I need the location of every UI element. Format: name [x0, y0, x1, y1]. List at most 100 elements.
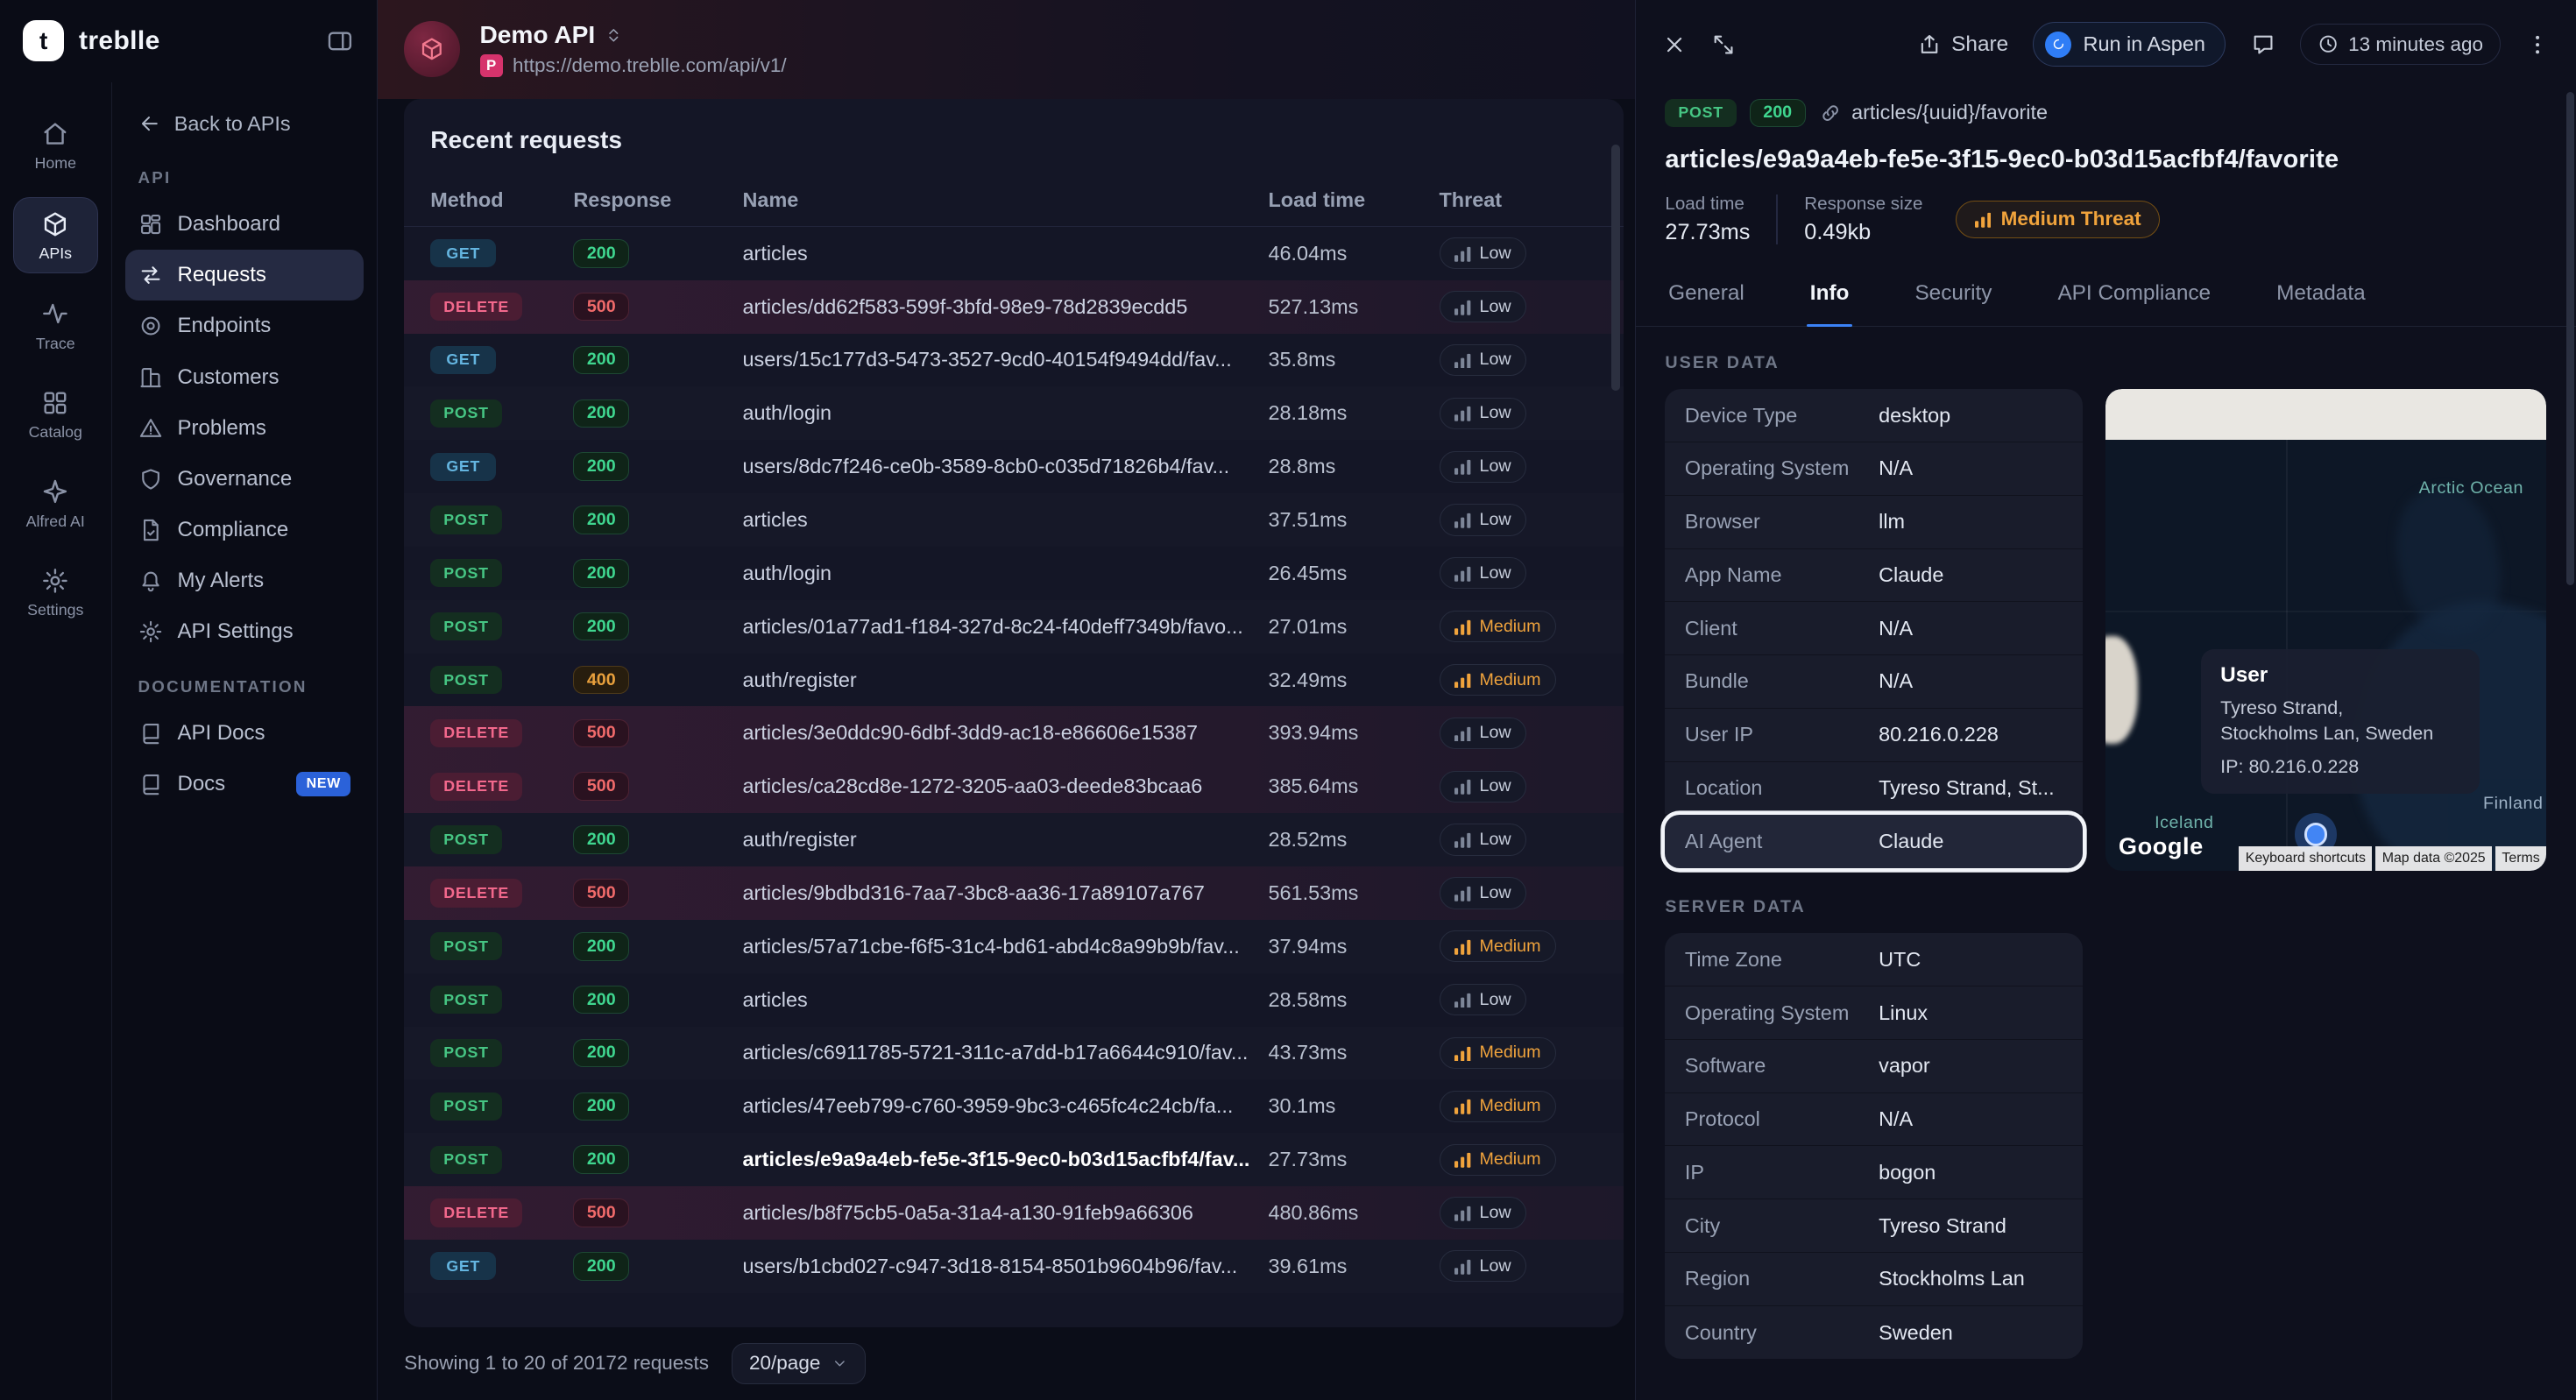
request-row[interactable]: GET200users/15c177d3-5473-3527-9cd0-4015…: [404, 334, 1623, 387]
rail-item-home[interactable]: Home: [13, 109, 99, 183]
request-row[interactable]: DELETE500articles/ca28cd8e-1272-3205-aa0…: [404, 760, 1623, 813]
kv-value: Tyreso Strand, St...: [1879, 776, 2054, 800]
tab-info[interactable]: Info: [1807, 265, 1852, 325]
sidebar-item-requests[interactable]: Requests: [125, 250, 364, 301]
share-button[interactable]: Share: [1917, 32, 2008, 57]
threat-bars-icon: [1454, 619, 1471, 635]
file-check-icon: [138, 518, 163, 542]
request-row[interactable]: GET200articles46.04msLow: [404, 227, 1623, 280]
table-scrollbar[interactable]: [1611, 145, 1619, 391]
load-time: 37.51ms: [1269, 508, 1440, 532]
method-badge: GET: [430, 453, 496, 481]
kv-key: Bundle: [1685, 669, 1879, 693]
map-ice-region: [2105, 389, 2546, 440]
request-name: articles/dd62f583-599f-3bfd-98e9-78d2839…: [743, 295, 1269, 319]
request-row[interactable]: POST200articles37.51msLow: [404, 493, 1623, 547]
status-badge: 200: [573, 1092, 629, 1121]
comment-button[interactable]: [2251, 32, 2275, 57]
keyboard-shortcuts-link[interactable]: Keyboard shortcuts: [2239, 846, 2372, 870]
request-row[interactable]: POST200articles/01a77ad1-f184-327d-8c24-…: [404, 600, 1623, 654]
run-in-aspen-button[interactable]: Run in Aspen: [2033, 22, 2226, 67]
request-name: auth/login: [743, 562, 1269, 585]
kv-row-ai-agent: AI AgentClaude: [1665, 815, 2082, 868]
rail-item-alfred-ai[interactable]: Alfred AI: [13, 466, 99, 541]
status-badge: 500: [573, 293, 629, 322]
page-scrollbar[interactable]: [2566, 92, 2574, 585]
pulse-icon: [41, 300, 69, 328]
kv-key: Country: [1685, 1321, 1879, 1345]
threat-badge: Low: [1440, 344, 1527, 376]
page-size-select[interactable]: 20/page: [732, 1343, 866, 1384]
sidebar-toggle-icon[interactable]: [326, 27, 354, 55]
sidebar-item-endpoints[interactable]: Endpoints: [125, 301, 364, 351]
request-row[interactable]: POST200articles/c6911785-5721-311c-a7dd-…: [404, 1027, 1623, 1080]
col-name: Name: [743, 188, 1269, 212]
request-stats: Load time 27.73ms Response size 0.49kb M…: [1665, 194, 2546, 245]
threat-bars-icon: [1454, 938, 1471, 955]
kv-key: App Name: [1685, 563, 1879, 587]
tab-api-compliance[interactable]: API Compliance: [2055, 265, 2214, 325]
rail-item-settings[interactable]: Settings: [13, 555, 99, 630]
sidebar-item-docs[interactable]: Docs NEW: [125, 759, 364, 810]
sidebar-item-governance[interactable]: Governance: [125, 454, 364, 505]
location-map[interactable]: Arctic Ocean Iceland Finland User Tyreso…: [2105, 389, 2546, 870]
recent-requests-title: Recent requests: [404, 99, 1623, 174]
kv-key: City: [1685, 1214, 1879, 1238]
threat-bars-icon: [1454, 245, 1471, 262]
kv-row-ip: IPbogon: [1665, 1146, 2082, 1199]
api-head-text: Demo API P https://demo.treblle.com/api/…: [480, 21, 787, 77]
request-row[interactable]: POST200articles28.58msLow: [404, 973, 1623, 1027]
timestamp-pill[interactable]: 13 minutes ago: [2300, 24, 2501, 65]
request-row[interactable]: POST200auth/login28.18msLow: [404, 386, 1623, 440]
gear-icon: [41, 567, 69, 595]
more-options-button[interactable]: [2525, 32, 2550, 57]
request-row[interactable]: DELETE500articles/b8f75cb5-0a5a-31a4-a13…: [404, 1186, 1623, 1240]
threat-bars-icon: [1454, 458, 1471, 475]
sidebar-item-compliance[interactable]: Compliance: [125, 505, 364, 555]
rail-item-catalog[interactable]: Catalog: [13, 378, 99, 452]
table-footer: Showing 1 to 20 of 20172 requests 20/pag…: [378, 1327, 1634, 1400]
sidebar-item-customers[interactable]: Customers: [125, 352, 364, 403]
google-logo: Google: [2119, 832, 2204, 860]
chevron-down-icon: [832, 1355, 848, 1372]
divider: [1776, 194, 1778, 244]
request-row[interactable]: POST200articles/57a71cbe-f6f5-31c4-bd61-…: [404, 920, 1623, 973]
tab-general[interactable]: General: [1665, 265, 1747, 325]
request-row[interactable]: GET200users/8dc7f246-ce0b-3589-8cb0-c035…: [404, 440, 1623, 493]
method-badge: DELETE: [430, 773, 522, 801]
request-name: users/15c177d3-5473-3527-9cd0-40154f9494…: [743, 348, 1269, 371]
close-button[interactable]: [1662, 32, 1687, 57]
back-to-apis-link[interactable]: Back to APIs: [125, 92, 364, 149]
chevron-updown-icon[interactable]: [605, 26, 623, 45]
threat-badge: Low: [1440, 398, 1527, 429]
sidebar-item-label: Customers: [178, 365, 280, 390]
sidebar-item-dashboard[interactable]: Dashboard: [125, 199, 364, 250]
tab-security[interactable]: Security: [1912, 265, 1996, 325]
request-row[interactable]: DELETE500articles/3e0ddc90-6dbf-3dd9-ac1…: [404, 706, 1623, 760]
request-row[interactable]: GET200users/b1cbd027-c947-3d18-8154-8501…: [404, 1240, 1623, 1293]
section-label-api: API: [125, 149, 364, 200]
sidebar-item-api-docs[interactable]: API Docs: [125, 708, 364, 759]
sidebar-item-label: API Docs: [178, 721, 265, 746]
rail-item-apis[interactable]: APIs: [13, 197, 99, 273]
sidebar-item-api-settings[interactable]: API Settings: [125, 606, 364, 657]
request-row[interactable]: POST200articles/e9a9a4eb-fe5e-3f15-9ec0-…: [404, 1133, 1623, 1186]
rail-item-trace[interactable]: Trace: [13, 288, 99, 363]
status-badge: 200: [573, 1039, 629, 1068]
request-row[interactable]: POST400auth/register32.49msMedium: [404, 654, 1623, 707]
book-icon: [138, 721, 163, 746]
request-row[interactable]: POST200articles/47eeb799-c760-3959-9bc3-…: [404, 1079, 1623, 1133]
tab-metadata[interactable]: Metadata: [2273, 265, 2368, 325]
sidebar-item-my-alerts[interactable]: My Alerts: [125, 555, 364, 606]
terms-link[interactable]: Terms: [2495, 846, 2546, 870]
sidebar-item-problems[interactable]: Problems: [125, 403, 364, 454]
expand-button[interactable]: [1711, 32, 1736, 57]
map-iceland-label: Iceland: [2155, 813, 2213, 833]
method-badge: DELETE: [430, 719, 522, 747]
request-row[interactable]: DELETE500articles/9bdbd316-7aa7-3bc8-aa3…: [404, 866, 1623, 920]
status-badge: 200: [573, 239, 629, 268]
request-row[interactable]: DELETE500articles/dd62f583-599f-3bfd-98e…: [404, 280, 1623, 334]
request-row[interactable]: POST200auth/login26.45msLow: [404, 547, 1623, 600]
request-row[interactable]: POST200auth/register28.52msLow: [404, 813, 1623, 866]
request-name: articles/b8f75cb5-0a5a-31a4-a130-91feb9a…: [743, 1201, 1269, 1225]
